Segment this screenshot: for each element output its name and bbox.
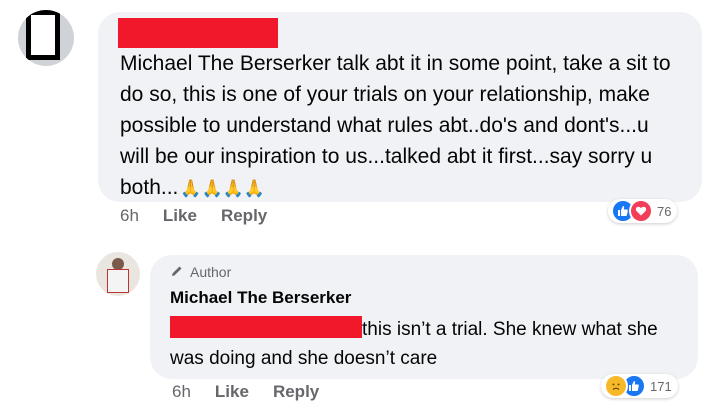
redacted-commenter-name bbox=[118, 18, 278, 48]
reply-reaction-count: 171 bbox=[650, 378, 672, 394]
reply-reaction-summary[interactable]: 171 bbox=[601, 374, 678, 398]
comment-bubble: Michael The Berserker talk abt it in som… bbox=[98, 12, 702, 202]
sad-icon bbox=[604, 374, 628, 398]
reaction-summary[interactable]: 76 bbox=[608, 199, 678, 223]
reaction-count: 76 bbox=[657, 203, 672, 219]
reply-button[interactable]: Reply bbox=[221, 206, 267, 226]
like-button[interactable]: Like bbox=[163, 206, 197, 226]
pencil-icon bbox=[170, 264, 184, 281]
reply-actions: 6h Like Reply bbox=[172, 382, 319, 402]
reply-like-button[interactable]: Like bbox=[215, 382, 249, 402]
author-avatar[interactable] bbox=[96, 252, 140, 296]
reply-bubble: Author Michael The Berserker this isn’t … bbox=[150, 255, 698, 379]
reply-text: this isn’t a trial. She knew what she wa… bbox=[170, 315, 678, 373]
author-badge: Author bbox=[170, 263, 678, 281]
author-badge-label: Author bbox=[190, 264, 232, 280]
pray-emoji: 🙏🙏🙏🙏 bbox=[180, 179, 266, 198]
reply-author-name[interactable]: Michael The Berserker bbox=[170, 287, 678, 309]
comment-timestamp[interactable]: 6h bbox=[120, 206, 139, 226]
reply-reply-button[interactable]: Reply bbox=[273, 382, 319, 402]
avatar-shirt bbox=[107, 269, 129, 293]
commenter-avatar[interactable] bbox=[18, 10, 74, 66]
avatar-redaction-box bbox=[26, 10, 60, 60]
love-icon bbox=[629, 199, 653, 223]
comment-text: Michael The Berserker talk abt it in som… bbox=[120, 52, 671, 199]
comment-actions: 6h Like Reply bbox=[120, 206, 267, 226]
reply-timestamp[interactable]: 6h bbox=[172, 382, 191, 402]
redacted-mention bbox=[170, 316, 362, 338]
